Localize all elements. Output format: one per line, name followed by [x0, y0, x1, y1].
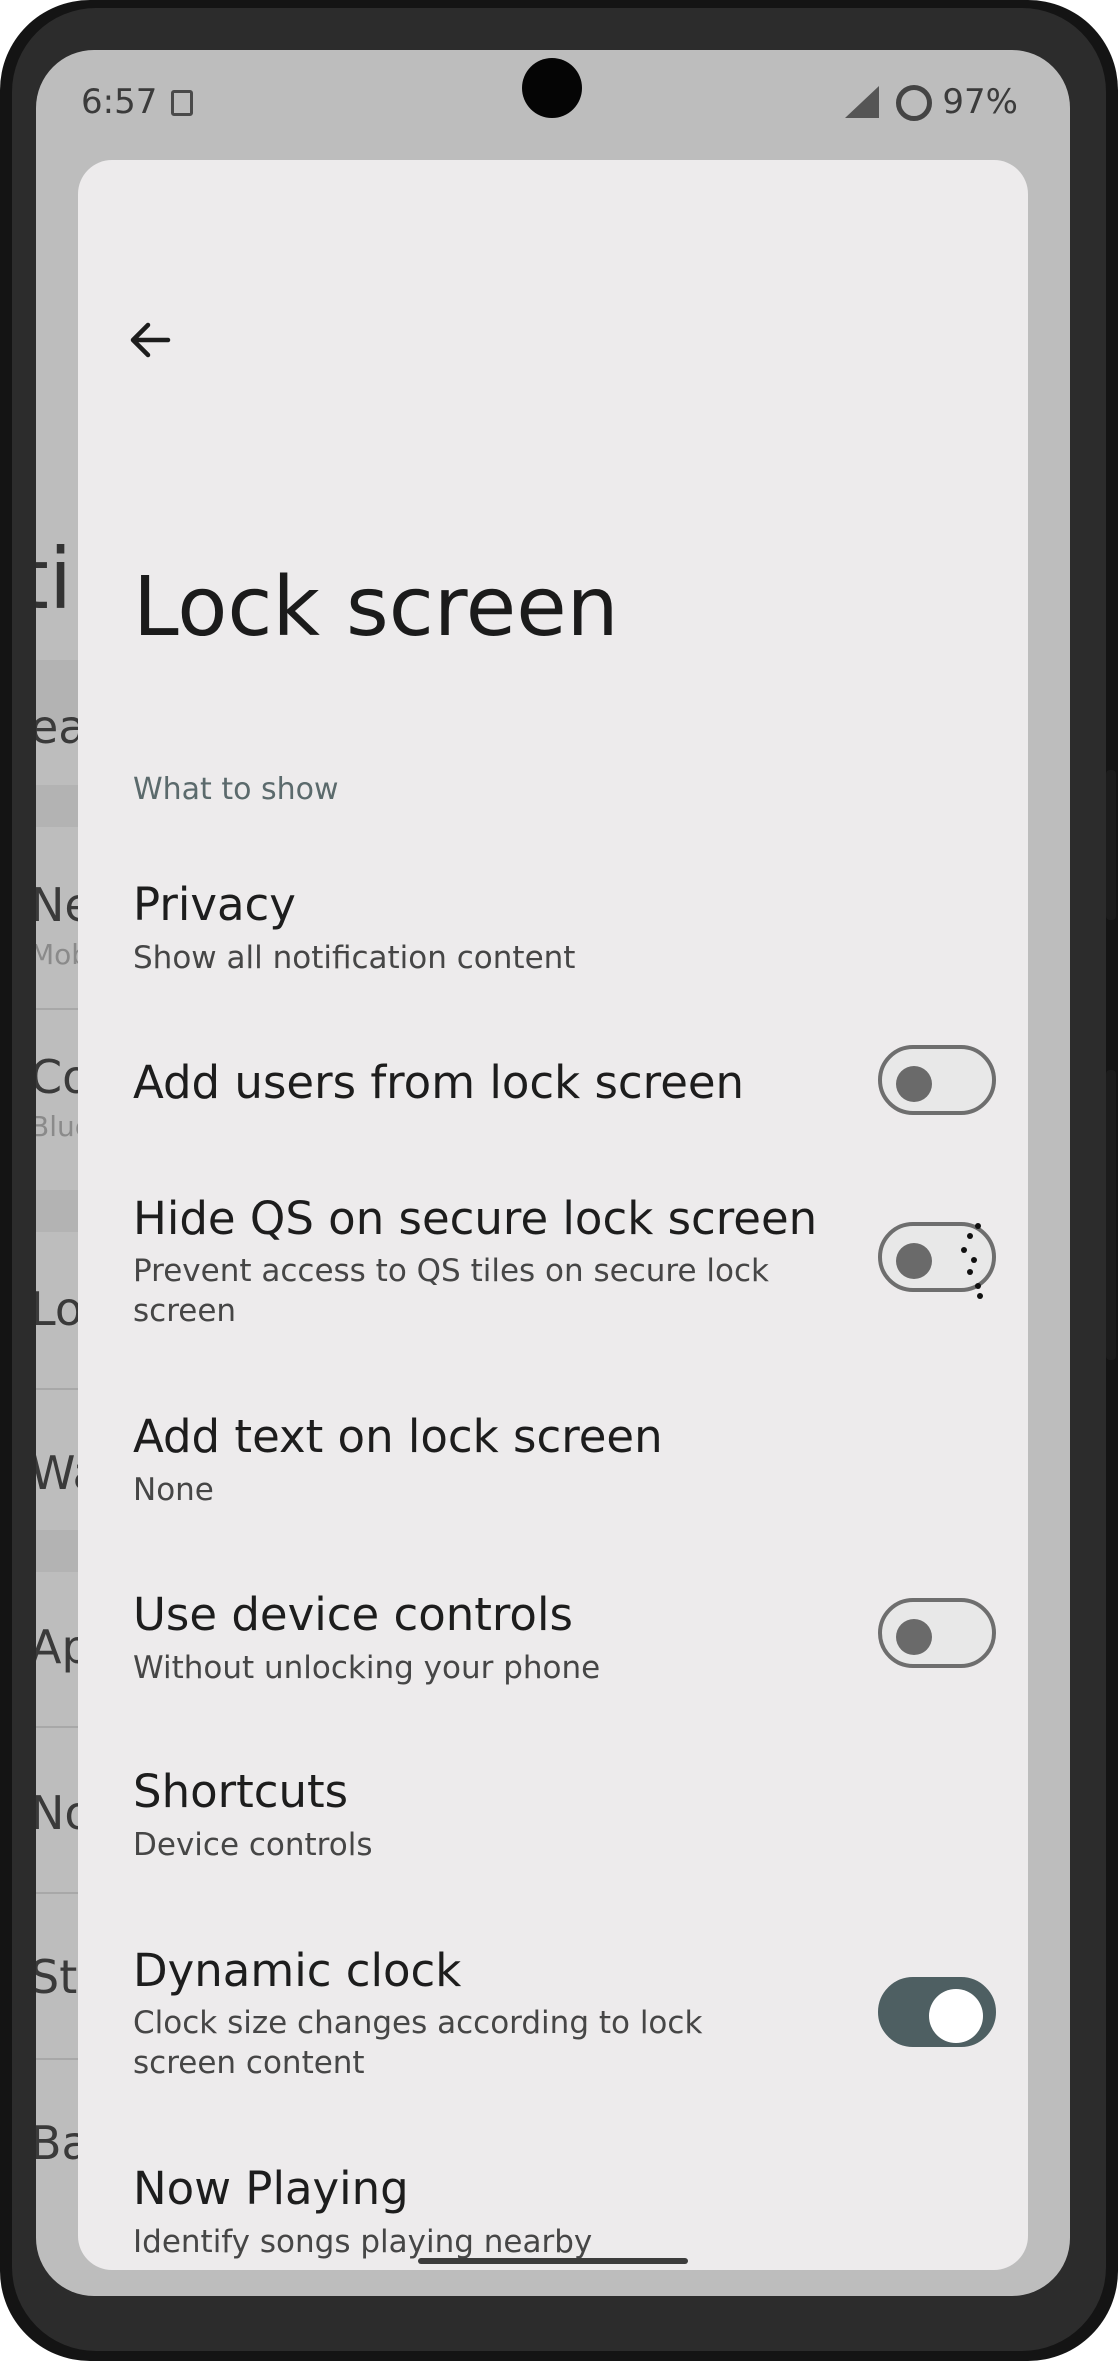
volume-button [1106, 1070, 1116, 1360]
status-time: 6:57 [81, 82, 158, 122]
front-camera [522, 58, 582, 118]
back-arrow-icon[interactable] [120, 310, 180, 370]
loading-spinner-icon [961, 1223, 983, 1299]
battery-icon [896, 85, 932, 121]
setting-subtitle: Prevent access to QS tiles on secure loc… [133, 1253, 769, 1329]
setting-title: Dynamic clock [133, 1944, 462, 1997]
toggle-knob [896, 1619, 932, 1655]
setting-title: Now Playing [133, 2162, 409, 2215]
power-button [1106, 770, 1116, 920]
background-title-fragment: ti [36, 530, 73, 628]
setting-subtitle: None [133, 1472, 214, 1508]
setting-subtitle: Clock size changes according to lock scr… [133, 2005, 703, 2081]
phone-frame: ti ear Ne Mob Co Blue Loc Wa Ap No Sto B… [0, 0, 1118, 2361]
setting-title: Add text on lock screen [133, 1410, 663, 1463]
battery-percentage: 97% [942, 82, 1018, 122]
dynamic-clock-toggle[interactable] [878, 1977, 996, 2047]
toggle-knob [896, 1066, 932, 1102]
setting-title: Shortcuts [133, 1765, 349, 1818]
lock-screen-settings-panel: Lock screen What to show Privacy Show al… [78, 160, 1028, 2270]
setting-title: Add users from lock screen [133, 1056, 745, 1109]
toggle-knob [929, 1989, 983, 2043]
add-users-toggle[interactable] [878, 1045, 996, 1115]
setting-title: Use device controls [133, 1588, 573, 1641]
page-title: Lock screen [133, 560, 619, 655]
screenshot-notification-icon [171, 90, 193, 116]
setting-subtitle: Identify songs playing nearby [133, 2224, 593, 2260]
signal-icon [845, 86, 879, 118]
setting-subtitle: Device controls [133, 1827, 373, 1863]
setting-subtitle: Without unlocking your phone [133, 1650, 601, 1686]
screen: ti ear Ne Mob Co Blue Loc Wa Ap No Sto B… [36, 50, 1070, 2296]
gesture-navigation-handle[interactable] [418, 2258, 688, 2264]
setting-title: Hide QS on secure lock screen [133, 1192, 818, 1245]
section-header: What to show [133, 772, 339, 807]
setting-subtitle: Show all notification content [133, 940, 576, 976]
setting-title: Privacy [133, 878, 296, 931]
device-controls-toggle[interactable] [878, 1598, 996, 1668]
toggle-knob [896, 1243, 932, 1279]
